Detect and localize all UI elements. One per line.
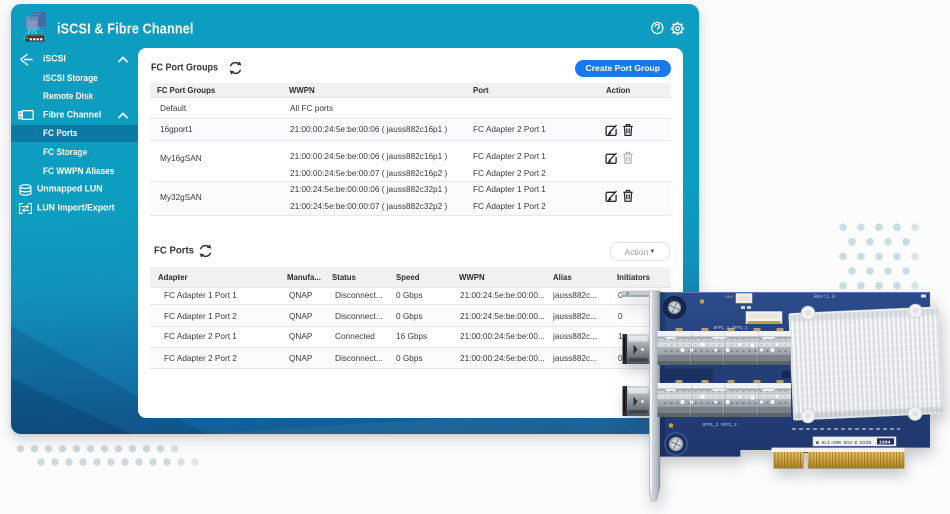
svg-text:SFP1_1 SFP2_1: SFP1_1 SFP2_1 <box>714 326 749 331</box>
svg-text:FAN1: FAN1 <box>725 296 734 300</box>
svg-text:1904: 1904 <box>879 439 891 445</box>
svg-text:SFP1_2 SFP2_2: SFP1_2 SFP2_2 <box>703 423 738 428</box>
svg-text:Rev:1.0: Rev:1.0 <box>814 294 835 300</box>
svg-text:■ HLI-V0R 9AV-D EXIN: ■ HLI-V0R 9AV-D EXIN <box>816 440 871 446</box>
